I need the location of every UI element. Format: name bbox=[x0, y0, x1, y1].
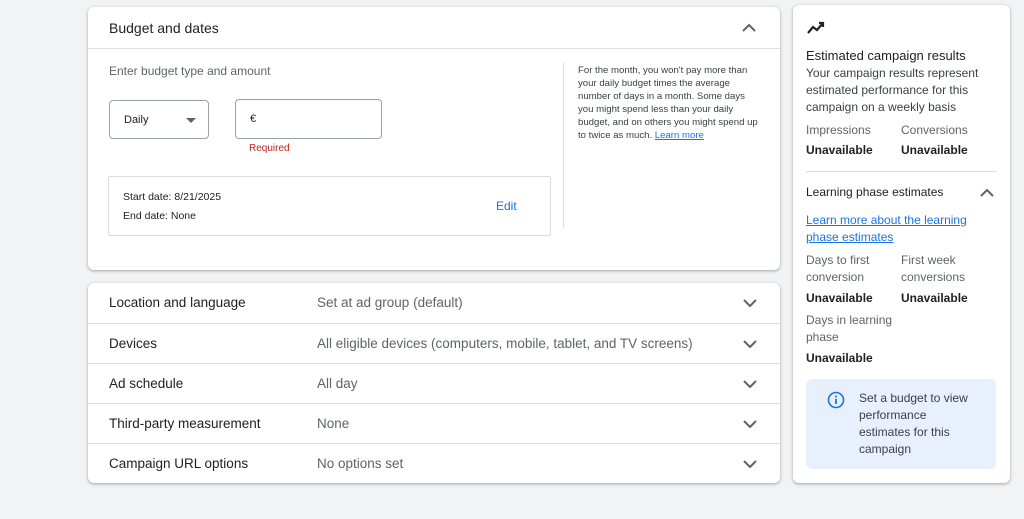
chevron-down-icon[interactable] bbox=[743, 340, 757, 349]
learning-phase-link[interactable]: Learn more about the learning phase esti… bbox=[806, 212, 986, 246]
setting-value: All eligible devices (computers, mobile,… bbox=[317, 336, 693, 351]
days-to-first-conversion-value: Unavailable bbox=[806, 291, 873, 305]
impressions-value: Unavailable bbox=[806, 143, 873, 157]
dropdown-arrow-icon bbox=[186, 118, 196, 123]
budget-dates-panel: Budget and dates Enter budget type and a… bbox=[88, 7, 780, 270]
days-to-first-conversion-label: Days to first conversion bbox=[806, 253, 870, 284]
trending-up-icon bbox=[807, 21, 825, 40]
budget-header[interactable]: Budget and dates bbox=[88, 7, 780, 49]
setting-value: None bbox=[317, 416, 350, 431]
setting-label: Location and language bbox=[109, 295, 246, 310]
first-week-conversions-value: Unavailable bbox=[901, 291, 968, 305]
learn-more-link[interactable]: Learn more bbox=[655, 130, 704, 141]
conversions-value: Unavailable bbox=[901, 143, 968, 157]
budget-type-label: Enter budget type and amount bbox=[109, 64, 271, 78]
setting-label: Third-party measurement bbox=[109, 416, 261, 431]
setting-value: All day bbox=[317, 376, 358, 391]
budget-type-select[interactable]: Daily bbox=[109, 100, 209, 139]
setting-label: Ad schedule bbox=[109, 376, 184, 391]
results-description: Your campaign results represent estimate… bbox=[806, 66, 979, 114]
chevron-down-icon[interactable] bbox=[743, 420, 757, 429]
chevron-down-icon[interactable] bbox=[743, 380, 757, 389]
dates-box: Start date: 8/21/2025 End date: None Edi… bbox=[108, 176, 551, 236]
setting-label: Devices bbox=[109, 336, 158, 351]
campaign-settings-list: Location and language Set at ad group (d… bbox=[88, 283, 780, 483]
impressions-label: Impressions bbox=[806, 123, 871, 137]
first-week-conversions-label: First week conversions bbox=[901, 253, 966, 284]
setting-row-devices[interactable]: Devices All eligible devices (computers,… bbox=[88, 323, 780, 363]
setting-row-location-language[interactable]: Location and language Set at ad group (d… bbox=[88, 283, 780, 323]
days-in-learning-phase-value: Unavailable bbox=[806, 351, 873, 365]
budget-type-value: Daily bbox=[124, 114, 149, 126]
chevron-down-icon[interactable] bbox=[743, 299, 757, 308]
setting-value: Set at ad group (default) bbox=[317, 295, 463, 310]
info-icon bbox=[827, 391, 845, 414]
start-date: Start date: 8/21/2025 bbox=[123, 191, 222, 203]
budget-amount-input[interactable]: € bbox=[235, 99, 382, 139]
edit-dates-button[interactable]: Edit bbox=[496, 199, 517, 213]
days-in-learning-phase-label: Days in learning phase bbox=[806, 313, 893, 344]
divider bbox=[563, 63, 564, 228]
budget-title: Budget and dates bbox=[109, 20, 219, 36]
chevron-up-icon[interactable] bbox=[980, 188, 994, 197]
notice-text: Set a budget to view performance estimat… bbox=[859, 391, 968, 456]
budget-help-text: For the month, you won't pay more than y… bbox=[578, 64, 760, 143]
setting-value: No options set bbox=[317, 456, 404, 471]
divider bbox=[806, 171, 997, 172]
setting-row-campaign-url-options[interactable]: Campaign URL options No options set bbox=[88, 443, 780, 483]
budget-notice: Set a budget to view performance estimat… bbox=[806, 379, 996, 469]
estimated-results-panel: Estimated campaign results Your campaign… bbox=[793, 5, 1010, 483]
setting-row-ad-schedule[interactable]: Ad schedule All day bbox=[88, 363, 780, 403]
learning-phase-title[interactable]: Learning phase estimates bbox=[806, 185, 943, 199]
conversions-label: Conversions bbox=[901, 123, 968, 137]
currency-symbol: € bbox=[250, 113, 257, 125]
results-title: Estimated campaign results bbox=[806, 48, 966, 63]
setting-label: Campaign URL options bbox=[109, 456, 249, 471]
end-date: End date: None bbox=[123, 210, 196, 222]
amount-error-text: Required bbox=[249, 143, 290, 154]
setting-row-third-party-measurement[interactable]: Third-party measurement None bbox=[88, 403, 780, 443]
chevron-down-icon[interactable] bbox=[743, 460, 757, 469]
chevron-up-icon[interactable] bbox=[742, 23, 756, 32]
